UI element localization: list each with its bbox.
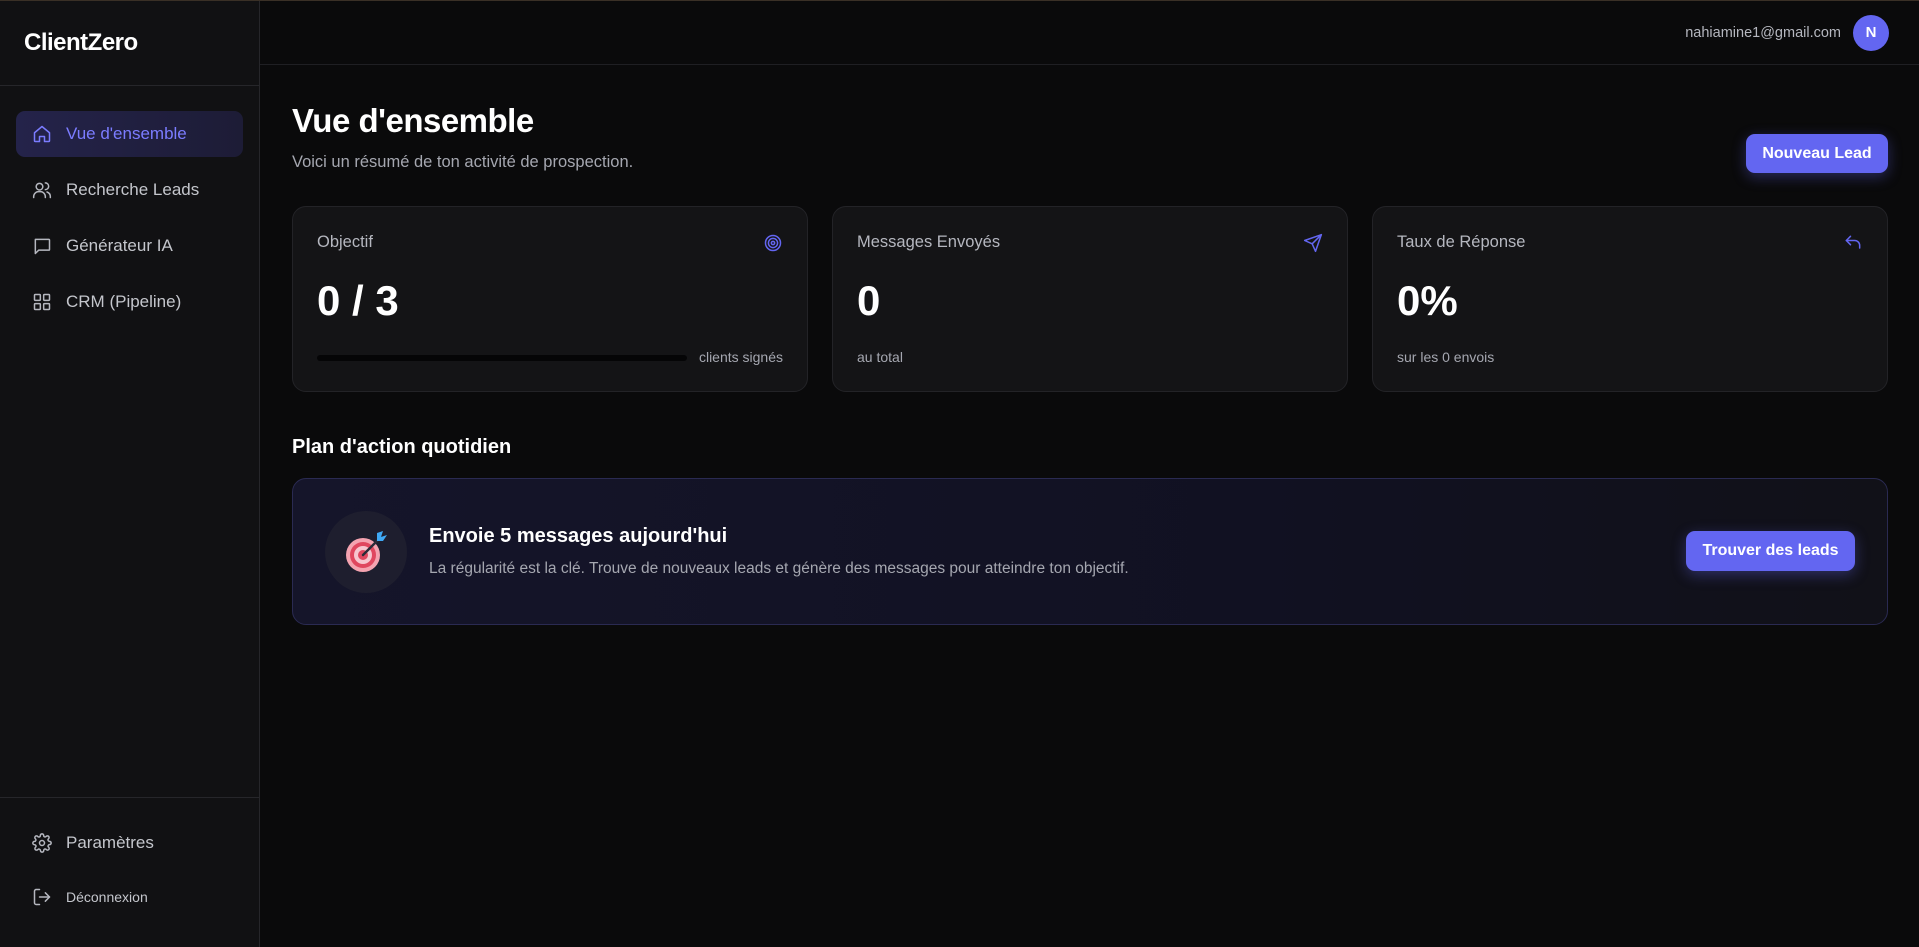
stat-value: 0 [857,277,881,324]
daily-plan-card: Envoie 5 messages aujourd'hui La régular… [292,478,1888,625]
sidebar-item-ai-generator[interactable]: Générateur IA [16,223,243,269]
bullseye-dart-icon [346,531,387,572]
stat-card-response-rate: Taux de Réponse 0% sur les 0 envois [1372,206,1888,392]
topbar: nahiamine1@gmail.com N [260,1,1919,65]
sidebar-item-label: Vue d'ensemble [66,124,187,143]
stat-value: 0 / 3 [317,277,399,324]
message-icon [34,238,51,255]
plan-icon-wrapper [325,511,407,593]
app-root: ClientZero Vue d'ensemble Recherche Lead… [0,0,1919,947]
sidebar-nav: Vue d'ensemble Recherche Leads Générateu… [0,86,259,325]
settings-label: Paramètres [66,833,154,852]
sidebar-item-label: Recherche Leads [66,180,200,199]
brand-logo[interactable]: ClientZero [0,1,259,86]
new-lead-button[interactable]: Nouveau Lead [1746,134,1888,173]
sidebar-item-label: CRM (Pipeline) [66,292,182,311]
target-icon [764,234,782,252]
stat-card-messages: Messages Envoyés 0 au total [832,206,1348,392]
stat-footnote: au total [857,349,903,365]
settings-button[interactable]: Paramètres [16,820,243,866]
stat-value: 0% [1397,277,1458,324]
plan-description: La régularité est la clé. Trouve de nouv… [429,560,1129,577]
sidebar: ClientZero Vue d'ensemble Recherche Lead… [0,1,260,947]
page-subtitle: Voici un résumé de ton activité de prosp… [292,153,634,171]
stats-row: Objectif 0 / 3 clients signés Messages E… [292,206,1888,392]
logout-button[interactable]: Déconnexion [16,874,243,920]
sidebar-item-crm[interactable]: CRM (Pipeline) [16,279,243,325]
stat-label: Objectif [317,233,373,251]
page-title: Vue d'ensemble [292,102,534,139]
stat-footnote: clients signés [698,349,783,365]
objective-progress-bar [317,355,687,361]
plan-title: Envoie 5 messages aujourd'hui [429,525,728,547]
sidebar-item-overview[interactable]: Vue d'ensemble [16,111,243,157]
stat-label: Messages Envoyés [857,233,1001,251]
logout-icon [33,888,51,906]
stat-card-objective: Objectif 0 / 3 clients signés [292,206,808,392]
section-title: Plan d'action quotidien [292,436,512,458]
grid-icon [33,293,51,311]
home-icon [33,125,51,143]
avatar[interactable]: N [1853,14,1889,51]
user-email: nahiamine1@gmail.com [1685,24,1841,41]
stat-footnote: sur les 0 envois [1397,349,1495,365]
sidebar-footer: Paramètres Déconnexion [0,797,259,947]
users-icon [32,182,52,199]
sidebar-item-label: Générateur IA [66,236,173,255]
find-leads-button[interactable]: Trouver des leads [1686,531,1855,571]
gear-icon [32,833,52,853]
sidebar-item-lead-search[interactable]: Recherche Leads [16,167,243,213]
reply-icon [1845,235,1861,249]
stat-label: Taux de Réponse [1397,233,1526,251]
logout-label: Déconnexion [66,889,148,905]
send-icon [1303,233,1323,253]
